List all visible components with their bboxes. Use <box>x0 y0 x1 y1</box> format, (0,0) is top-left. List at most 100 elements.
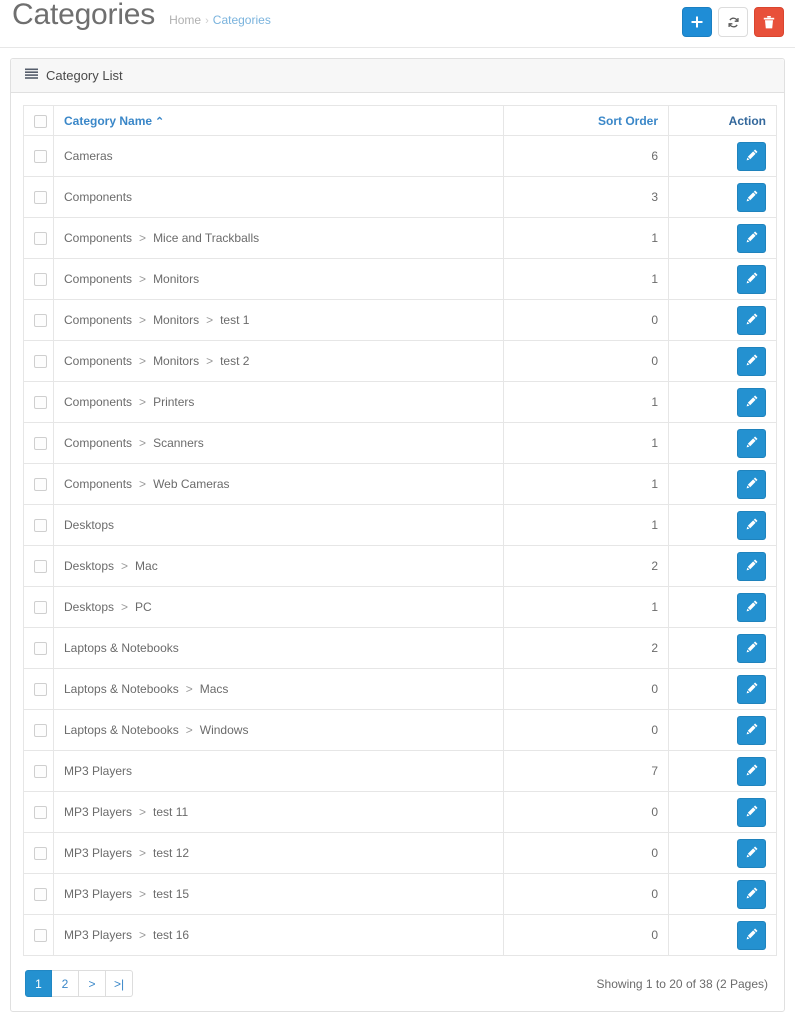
sort-order-cell: 0 <box>503 832 669 874</box>
edit-category-button[interactable] <box>737 674 766 704</box>
row-checkbox[interactable] <box>34 601 47 615</box>
category-name-cell: Desktops <box>53 504 504 546</box>
page-1[interactable]: 1 <box>25 970 52 997</box>
row-checkbox[interactable] <box>34 314 47 328</box>
refresh-icon <box>727 16 740 29</box>
category-path-separator-icon: > <box>139 805 147 819</box>
edit-category-button[interactable] <box>737 592 766 622</box>
edit-category-button[interactable] <box>737 223 766 253</box>
category-path-separator-icon: > <box>139 887 147 901</box>
category-name-header-label: Category Name <box>64 113 153 128</box>
edit-category-button[interactable] <box>737 551 766 581</box>
sort-by-category-name-link[interactable]: Category Name ⌃ <box>64 114 164 128</box>
row-checkbox[interactable] <box>34 437 47 451</box>
row-checkbox[interactable] <box>34 724 47 738</box>
breadcrumb-home-link[interactable]: Home <box>169 13 201 27</box>
edit-category-button[interactable] <box>737 797 766 827</box>
breadcrumb-separator-icon: › <box>205 15 209 27</box>
category-name-cell: MP3 Players > test 12 <box>53 832 504 874</box>
action-cell <box>668 463 777 505</box>
category-name-cell: MP3 Players > test 16 <box>53 914 504 956</box>
pencil-icon <box>746 395 758 410</box>
pagination: 1 2 > >| <box>25 970 134 997</box>
sort-ascending-icon: ⌃ <box>155 115 165 128</box>
pencil-icon <box>746 518 758 533</box>
sort-order-cell: 7 <box>503 750 669 792</box>
row-checkbox[interactable] <box>34 355 47 369</box>
action-cell <box>668 340 777 382</box>
table-header-row: Category Name ⌃ Sort Order Action <box>23 105 777 136</box>
edit-category-button[interactable] <box>737 879 766 909</box>
row-select-cell <box>23 135 54 177</box>
action-cell <box>668 586 777 628</box>
sort-order-cell: 1 <box>503 422 669 464</box>
sort-order-header: Sort Order <box>503 105 669 136</box>
row-checkbox[interactable] <box>34 642 47 656</box>
row-checkbox[interactable] <box>34 232 47 246</box>
add-new-button[interactable] <box>682 7 712 37</box>
breadcrumb-categories-link[interactable]: Categories <box>213 13 271 27</box>
table-row: MP3 Players > test 12 0 <box>23 832 777 874</box>
row-checkbox[interactable] <box>34 150 47 164</box>
action-cell <box>668 217 777 259</box>
category-path-separator-icon: > <box>139 272 147 286</box>
edit-category-button[interactable] <box>737 469 766 499</box>
panel-heading: Category List <box>11 59 784 93</box>
row-select-cell <box>23 914 54 956</box>
edit-category-button[interactable] <box>737 264 766 294</box>
action-cell <box>668 176 777 218</box>
table-row: Laptops & Notebooks 2 <box>23 627 777 669</box>
table-row: Desktops > Mac 2 <box>23 545 777 587</box>
table-footer: 1 2 > >| Showing 1 to 20 of 38 (2 Pages) <box>23 956 772 999</box>
category-path-separator-icon: > <box>139 477 147 491</box>
edit-category-button[interactable] <box>737 387 766 417</box>
row-checkbox[interactable] <box>34 396 47 410</box>
edit-category-button[interactable] <box>737 838 766 868</box>
row-checkbox[interactable] <box>34 519 47 533</box>
edit-category-button[interactable] <box>737 182 766 212</box>
row-checkbox[interactable] <box>34 929 47 943</box>
edit-category-button[interactable] <box>737 715 766 745</box>
edit-category-button[interactable] <box>737 756 766 786</box>
select-all-checkbox[interactable] <box>34 114 47 128</box>
page-next[interactable]: > <box>79 970 106 997</box>
row-checkbox[interactable] <box>34 560 47 574</box>
edit-category-button[interactable] <box>737 920 766 950</box>
row-checkbox[interactable] <box>34 683 47 697</box>
edit-category-button[interactable] <box>737 346 766 376</box>
row-select-cell <box>23 340 54 382</box>
sort-order-cell: 3 <box>503 176 669 218</box>
pencil-icon <box>746 887 758 902</box>
sort-order-cell: 0 <box>503 709 669 751</box>
edit-category-button[interactable] <box>737 305 766 335</box>
category-name-header: Category Name ⌃ <box>53 105 504 136</box>
table-row: Components > Printers 1 <box>23 381 777 423</box>
category-name-cell: Cameras <box>53 135 504 177</box>
row-checkbox[interactable] <box>34 888 47 902</box>
edit-category-button[interactable] <box>737 510 766 540</box>
refresh-button[interactable] <box>718 7 748 37</box>
row-checkbox[interactable] <box>34 191 47 205</box>
edit-category-button[interactable] <box>737 141 766 171</box>
row-select-cell <box>23 627 54 669</box>
edit-category-button[interactable] <box>737 428 766 458</box>
delete-button[interactable] <box>754 7 784 37</box>
page-last[interactable]: >| <box>106 970 134 997</box>
panel-title-text: Category List <box>46 68 123 83</box>
row-checkbox[interactable] <box>34 478 47 492</box>
page-2[interactable]: 2 <box>52 970 79 997</box>
category-name-cell: Desktops > Mac <box>53 545 504 587</box>
action-cell <box>668 504 777 546</box>
row-checkbox[interactable] <box>34 847 47 861</box>
category-path-separator-icon: > <box>139 313 147 327</box>
category-path-separator-icon: > <box>206 313 214 327</box>
edit-category-button[interactable] <box>737 633 766 663</box>
sort-order-cell: 1 <box>503 586 669 628</box>
row-checkbox[interactable] <box>34 765 47 779</box>
row-select-cell <box>23 422 54 464</box>
row-checkbox[interactable] <box>34 806 47 820</box>
sort-order-cell: 6 <box>503 135 669 177</box>
pencil-icon <box>746 928 758 943</box>
sort-by-sort-order-link[interactable]: Sort Order <box>598 114 658 128</box>
row-checkbox[interactable] <box>34 273 47 287</box>
